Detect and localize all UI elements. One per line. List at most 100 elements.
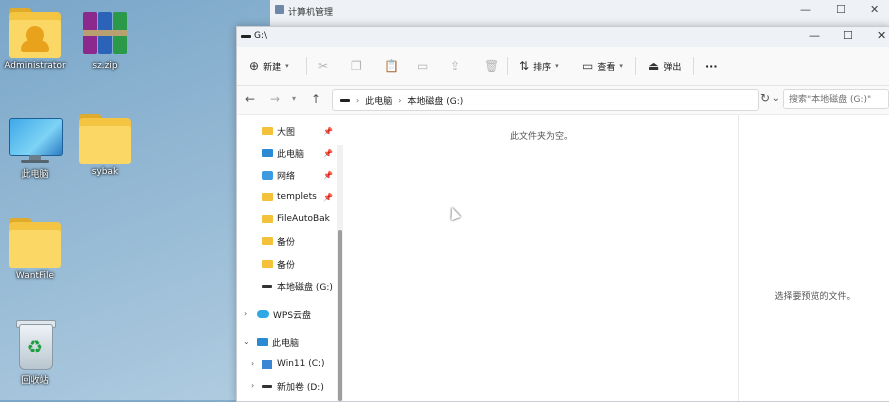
toolbar-divider — [306, 57, 307, 75]
cut-button[interactable]: ✂ — [318, 56, 332, 76]
nav-item-templets[interactable]: templets — [262, 188, 317, 206]
drive-icon — [262, 284, 272, 288]
close-button[interactable]: ✕ — [870, 3, 879, 16]
delete-button[interactable]: 🗑 — [484, 56, 503, 76]
desktop-icon-label: Administrator — [4, 61, 66, 71]
drive-icon — [262, 384, 272, 388]
nav-item-this-pc-pinned[interactable]: 此电脑 — [262, 144, 304, 162]
plus-circle-icon: ⊕ — [249, 59, 260, 73]
breadcrumb-this-pc[interactable]: 此电脑 — [365, 94, 392, 107]
new-label: 新建 — [263, 62, 282, 73]
pin-icon: 📌 — [323, 127, 333, 136]
nav-item-backup-1[interactable]: 备份 — [262, 232, 295, 250]
nav-scroll-thumb[interactable] — [338, 230, 342, 401]
view-button[interactable]: ▭ 查看 ▾ — [582, 56, 623, 76]
nav-item-label: FileAutoBak — [277, 214, 330, 224]
user-folder-icon — [7, 8, 63, 58]
search-input[interactable]: 搜索"本地磁盘 (G:)" — [783, 89, 889, 109]
back-arrow-icon[interactable]: ← — [245, 92, 255, 106]
more-options-button[interactable]: ··· — [705, 56, 718, 76]
nav-item-label: templets — [277, 192, 317, 202]
file-list-area[interactable]: 此文件夹为空。 — [345, 115, 738, 401]
nav-item-label: 此电脑 — [277, 149, 305, 160]
chevron-right-icon[interactable]: › — [244, 309, 247, 318]
window-title: 计算机管理 — [288, 8, 334, 18]
preview-message: 选择要预览的文件。 — [774, 292, 856, 302]
cloud-icon — [257, 310, 269, 318]
desktop-icon-administrator[interactable]: Administrator — [0, 8, 70, 71]
recent-locations-chevron-icon[interactable]: ▾ — [292, 94, 296, 103]
drive-icon — [241, 35, 251, 38]
nav-item-label: Win11 (C:) — [277, 359, 325, 369]
maximize-button[interactable]: ☐ — [836, 3, 846, 16]
chevron-right-icon[interactable]: › — [251, 359, 254, 368]
new-button[interactable]: ⊕ 新建 ▾ — [249, 56, 289, 76]
desktop-icon-recycle-bin[interactable]: ♻ 回收站 — [0, 320, 70, 386]
sort-button[interactable]: ⇅ 排序 ▾ — [519, 56, 559, 76]
copy-icon: ❐ — [351, 59, 362, 73]
rename-icon: ▭ — [417, 59, 429, 73]
nav-item-backup-2[interactable]: 备份 — [262, 255, 295, 273]
folder-icon — [7, 218, 63, 268]
file-explorer-window: G:\ — ☐ ✕ ⊕ 新建 ▾ ✂ ❐ 📋 ▭ ⇪ 🗑 ⇅ 排序 ▾ ▭ 查看… — [236, 26, 889, 402]
nav-item-local-disk-g[interactable]: 本地磁盘 (G:) — [262, 277, 333, 295]
title-bar[interactable]: G:\ — ☐ ✕ — [237, 27, 889, 47]
rename-button[interactable]: ▭ — [417, 56, 432, 76]
close-button[interactable]: ✕ — [877, 29, 886, 42]
network-icon — [262, 170, 273, 180]
nav-item-new-volume-d[interactable]: 新加卷 (D:) — [262, 377, 324, 395]
folder-icon — [262, 237, 273, 245]
drive-icon — [340, 98, 350, 102]
nav-item-fileautobak[interactable]: FileAutoBak — [262, 210, 330, 228]
pin-icon: 📌 — [323, 149, 333, 158]
desktop-icon-sz-zip[interactable]: sz.zip — [70, 8, 140, 71]
address-row: ← → ▾ ↑ › 此电脑 › 本地磁盘 (G:) ⌄ ↻ 搜索"本地磁盘 (G… — [237, 86, 889, 115]
recycle-bin-icon: ♻ — [7, 320, 63, 370]
toolbar-divider — [635, 57, 636, 75]
desktop-icon-label: sz.zip — [92, 61, 118, 71]
nav-item-label: 大图 — [277, 127, 296, 138]
chevron-down-icon: ▾ — [619, 62, 623, 70]
refresh-icon[interactable]: ↻ — [760, 91, 770, 105]
toolbar-divider — [693, 57, 694, 75]
copy-button[interactable]: ❐ — [351, 56, 366, 76]
nav-item-datu[interactable]: 大图 — [262, 122, 295, 140]
minimize-button[interactable]: — — [800, 3, 811, 16]
minimize-button[interactable]: — — [809, 29, 820, 42]
up-arrow-icon[interactable]: ↑ — [311, 92, 321, 106]
chevron-right-icon[interactable]: › — [251, 381, 254, 390]
breadcrumb-local-disk-g[interactable]: 本地磁盘 (G:) — [407, 94, 463, 107]
nav-item-this-pc[interactable]: 此电脑 — [257, 333, 299, 351]
nav-item-label: 备份 — [277, 260, 296, 271]
paste-button[interactable]: 📋 — [384, 56, 403, 76]
address-bar[interactable]: › 此电脑 › 本地磁盘 (G:) ⌄ — [332, 89, 780, 111]
share-button[interactable]: ⇪ — [450, 56, 464, 76]
desktop-icon-this-pc[interactable]: 此电脑 — [0, 114, 70, 180]
desktop-icon-label: WantFile — [15, 271, 55, 281]
command-bar: ⊕ 新建 ▾ ✂ ❐ 📋 ▭ ⇪ 🗑 ⇅ 排序 ▾ ▭ 查看 ▾ ⏏ 弹出 ··… — [237, 47, 889, 86]
nav-item-label: 网络 — [277, 171, 296, 182]
breadcrumb-separator: › — [356, 95, 360, 105]
nav-item-wps-cloud[interactable]: WPS云盘 — [257, 305, 311, 323]
desktop-icon-label: sybak — [91, 167, 119, 177]
sort-label: 排序 — [533, 62, 552, 73]
chevron-down-icon[interactable]: ⌄ — [243, 337, 250, 346]
eject-button[interactable]: ⏏ 弹出 — [648, 56, 681, 76]
pin-icon: 📌 — [323, 171, 333, 180]
nav-item-label: 新加卷 (D:) — [277, 382, 324, 393]
desktop-icon-sybak[interactable]: sybak — [70, 114, 140, 177]
maximize-button[interactable]: ☐ — [843, 29, 853, 42]
nav-item-label: WPS云盘 — [273, 310, 312, 321]
pin-icon: 📌 — [323, 193, 333, 202]
chevron-down-icon[interactable]: ⌄ — [772, 93, 780, 104]
chevron-down-icon: ▾ — [555, 62, 559, 70]
nav-item-network[interactable]: 网络 — [262, 166, 295, 184]
share-icon: ⇪ — [450, 59, 461, 73]
forward-arrow-icon[interactable]: → — [270, 92, 280, 106]
nav-item-win11-c[interactable]: Win11 (C:) — [262, 355, 325, 373]
desktop-icon-label: 回收站 — [21, 376, 49, 386]
toolbar-divider — [507, 57, 508, 75]
folder-icon — [262, 260, 273, 268]
monitor-icon — [7, 114, 63, 164]
desktop-icon-wantfile[interactable]: WantFile — [0, 218, 70, 281]
